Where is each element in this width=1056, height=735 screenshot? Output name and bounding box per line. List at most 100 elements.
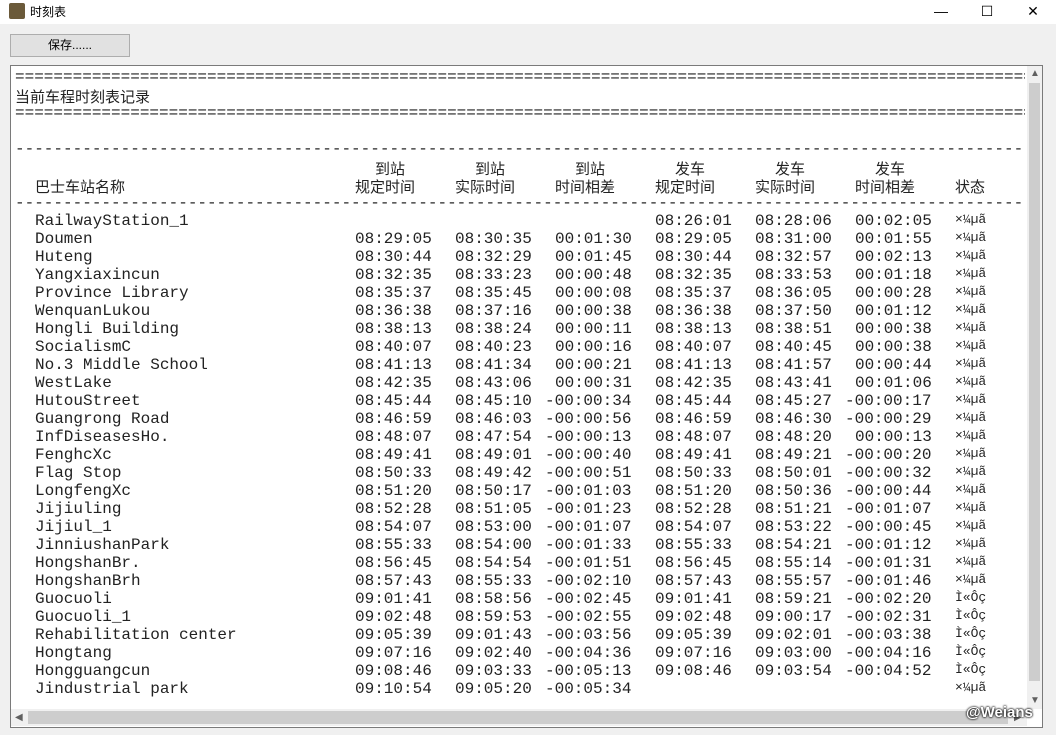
departure-scheduled: 08:26:01 [655,212,732,230]
status: ×¼µã [955,374,987,389]
arrival-scheduled: 08:42:35 [355,374,432,392]
departure-actual: 08:32:57 [755,248,832,266]
arrival-actual: 08:55:33 [455,572,532,590]
minimize-button[interactable]: — [918,0,964,24]
maximize-button[interactable]: ☐ [964,0,1010,24]
arrival-diff: 00:00:11 [555,320,632,338]
vertical-scroll-thumb[interactable] [1029,83,1040,681]
departure-actual: 09:03:54 [755,662,832,680]
departure-scheduled: 08:49:41 [655,446,732,464]
header-arr-diff-top: 到站 [575,160,606,176]
arrival-actual: 08:46:03 [455,410,532,428]
close-button[interactable]: ✕ [1010,0,1056,24]
arrival-diff: -00:00:51 [545,464,632,482]
departure-actual: 08:28:06 [755,212,832,230]
station-name: Guangrong Road [35,410,170,428]
arrival-actual: 09:03:33 [455,662,532,680]
status: ×¼µã [955,536,987,551]
status: Ì«Ôç [955,644,987,659]
table-row: Hongtang 09:07:16 09:02:40 -00:04:36 09:07:1… [15,644,1025,662]
arrival-actual: 08:32:29 [455,248,532,266]
departure-scheduled: 08:52:28 [655,500,732,518]
departure-actual: 08:46:30 [755,410,832,428]
arrival-scheduled: 08:32:35 [355,266,432,284]
arrival-diff: -00:05:13 [545,662,632,680]
arrival-scheduled: 09:01:41 [355,590,432,608]
arrival-actual: 08:53:00 [455,518,532,536]
scroll-up-icon[interactable]: ▲ [1030,68,1040,79]
departure-actual: 08:55:14 [755,554,832,572]
table-row: Province Library 08:35:37 08:35:45 00:00:08… [15,284,1025,302]
departure-scheduled: 08:41:13 [655,356,732,374]
station-name: InfDiseasesHo. [35,428,170,446]
departure-diff: 00:01:18 [855,266,932,284]
departure-diff: -00:00:45 [845,518,932,536]
table-row: Doumen 08:29:05 08:30:35 00:01:30 08:29:05 08… [15,230,1025,248]
arrival-actual: 08:37:16 [455,302,532,320]
status: ×¼µã [955,284,987,299]
arrival-actual: 08:45:10 [455,392,532,410]
status: ×¼µã [955,680,987,695]
horizontal-scroll-thumb[interactable] [28,711,1008,724]
departure-diff: -00:03:38 [845,626,932,644]
app-icon [9,3,25,19]
departure-diff: -00:00:29 [845,410,932,428]
arrival-diff: -00:03:56 [545,626,632,644]
arrival-actual: 08:40:23 [455,338,532,356]
departure-scheduled: 08:51:20 [655,482,732,500]
station-name: Doumen [35,230,93,248]
departure-scheduled: 09:02:48 [655,608,732,626]
departure-actual: 08:33:53 [755,266,832,284]
table-row: WestLake 08:42:35 08:43:06 00:00:31 08:42:35… [15,374,1025,392]
departure-scheduled: 09:01:41 [655,590,732,608]
departure-diff: 00:00:38 [855,320,932,338]
arrival-actual: 09:01:43 [455,626,532,644]
arrival-scheduled: 08:46:59 [355,410,432,428]
arrival-scheduled: 08:36:38 [355,302,432,320]
departure-diff: -00:04:16 [845,644,932,662]
station-name: HongshanBr. [35,554,141,572]
header-dep-actual-top: 发车 [775,160,806,176]
departure-diff: -00:00:17 [845,392,932,410]
timetable-text-area[interactable]: ========================================… [10,65,1043,728]
station-name: Rehabilitation center [35,626,237,644]
arrival-scheduled: 09:08:46 [355,662,432,680]
station-name: Hongguangcun [35,662,151,680]
departure-diff: -00:01:12 [845,536,932,554]
arrival-actual: 08:50:17 [455,482,532,500]
arrival-diff: -00:05:34 [545,680,632,698]
station-name: RailwayStation_1 [35,212,189,230]
arrival-diff: 00:00:16 [555,338,632,356]
table-row: HongshanBr. 08:56:45 08:54:54 -00:01:51 08:5… [15,554,1025,572]
status: Ì«Ôç [955,662,987,677]
status: ×¼µã [955,446,987,461]
station-name: Jijiul_1 [35,518,112,536]
status: ×¼µã [955,464,987,479]
watermark: @Weians [966,704,1033,721]
window-title: 时刻表 [30,5,67,19]
arrival-actual: 08:35:45 [455,284,532,302]
header-dep-diff-bottom: 时间相差 [855,178,916,194]
departure-actual: 09:02:01 [755,626,832,644]
departure-scheduled: 08:29:05 [655,230,732,248]
single-rule: ----------------------------------------… [15,194,1025,212]
header-arr-actual-top: 到站 [475,160,506,176]
arrival-diff: -00:00:56 [545,410,632,428]
station-name: SocialismC [35,338,132,356]
departure-scheduled: 08:56:45 [655,554,732,572]
departure-scheduled: 08:38:13 [655,320,732,338]
save-button[interactable]: 保存...... [10,34,130,57]
station-name: FenghcXc [35,446,112,464]
arrival-diff: -00:04:36 [545,644,632,662]
station-name: Jijiuling [35,500,122,518]
departure-diff: -00:02:31 [845,608,932,626]
scroll-left-icon[interactable]: ◀ [15,712,23,723]
departure-diff: -00:01:46 [845,572,932,590]
departure-actual: 08:51:21 [755,500,832,518]
table-row: RailwayStation_1 08:26:01 08:28:06 00:02:05… [15,212,1025,230]
departure-diff: 00:02:13 [855,248,932,266]
status: ×¼µã [955,320,987,335]
departure-scheduled: 08:36:38 [655,302,732,320]
arrival-actual: 08:54:54 [455,554,532,572]
table-row: Rehabilitation center 09:05:39 09:01:43 -00… [15,626,1025,644]
